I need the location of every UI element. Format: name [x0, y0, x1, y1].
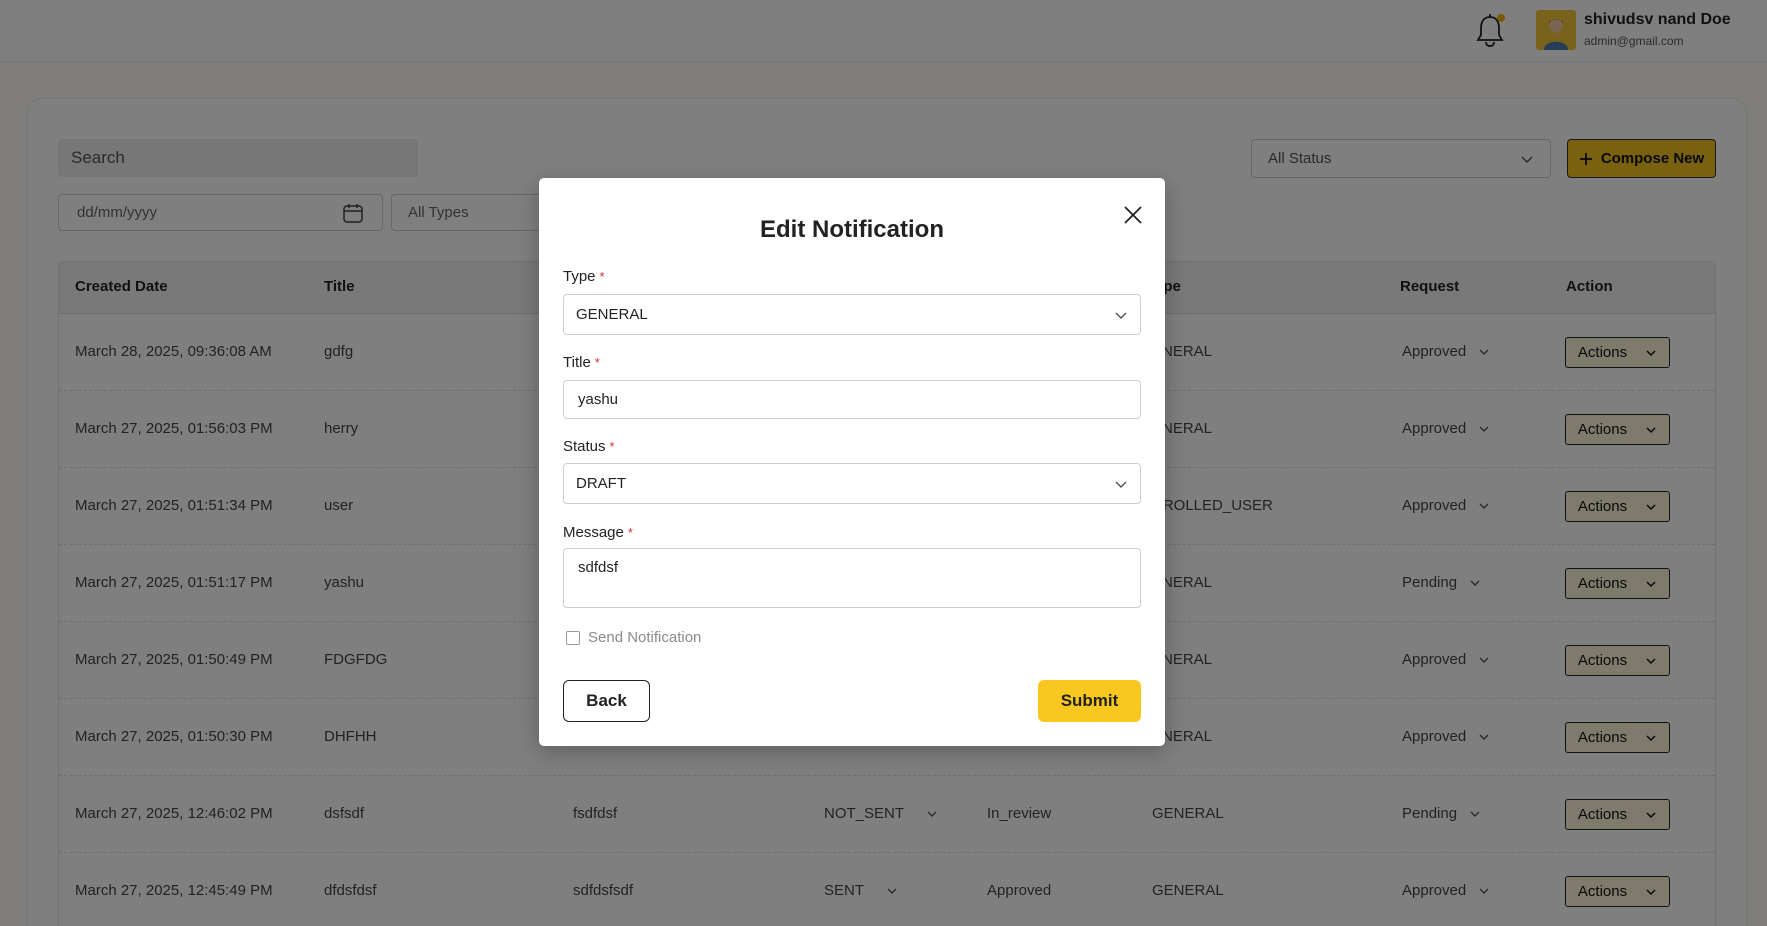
close-icon[interactable]	[1121, 203, 1145, 227]
modal-title: Edit Notification	[760, 216, 944, 243]
status-label: Status *	[563, 438, 615, 455]
send-notification-row[interactable]: Send Notification	[566, 629, 701, 646]
required-marker: *	[594, 355, 600, 370]
title-label: Title *	[563, 354, 600, 371]
type-value: GENERAL	[576, 306, 648, 323]
back-button[interactable]: Back	[563, 680, 650, 722]
status-value: DRAFT	[576, 475, 626, 492]
title-input[interactable]: yashu	[563, 380, 1141, 419]
type-label-text: Type	[563, 268, 596, 285]
message-label-text: Message	[563, 524, 624, 541]
title-label-text: Title	[563, 354, 591, 371]
send-notification-checkbox[interactable]	[566, 630, 580, 645]
required-marker: *	[609, 439, 615, 454]
message-label: Message *	[563, 524, 633, 541]
status-select[interactable]: DRAFT	[563, 463, 1141, 504]
chevron-down-icon	[1115, 480, 1127, 488]
status-label-text: Status	[563, 438, 606, 455]
send-notification-label: Send Notification	[588, 629, 702, 646]
chevron-down-icon	[1115, 311, 1127, 319]
message-textarea[interactable]: sdfdsf	[563, 548, 1141, 608]
required-marker: *	[627, 525, 633, 540]
title-value: yashu	[578, 391, 619, 408]
type-select[interactable]: GENERAL	[563, 294, 1141, 335]
required-marker: *	[599, 269, 605, 284]
edit-notification-modal: Edit Notification Type * GENERAL Title * y…	[539, 178, 1165, 746]
submit-button[interactable]: Submit	[1038, 680, 1141, 722]
type-label: Type *	[563, 268, 605, 285]
